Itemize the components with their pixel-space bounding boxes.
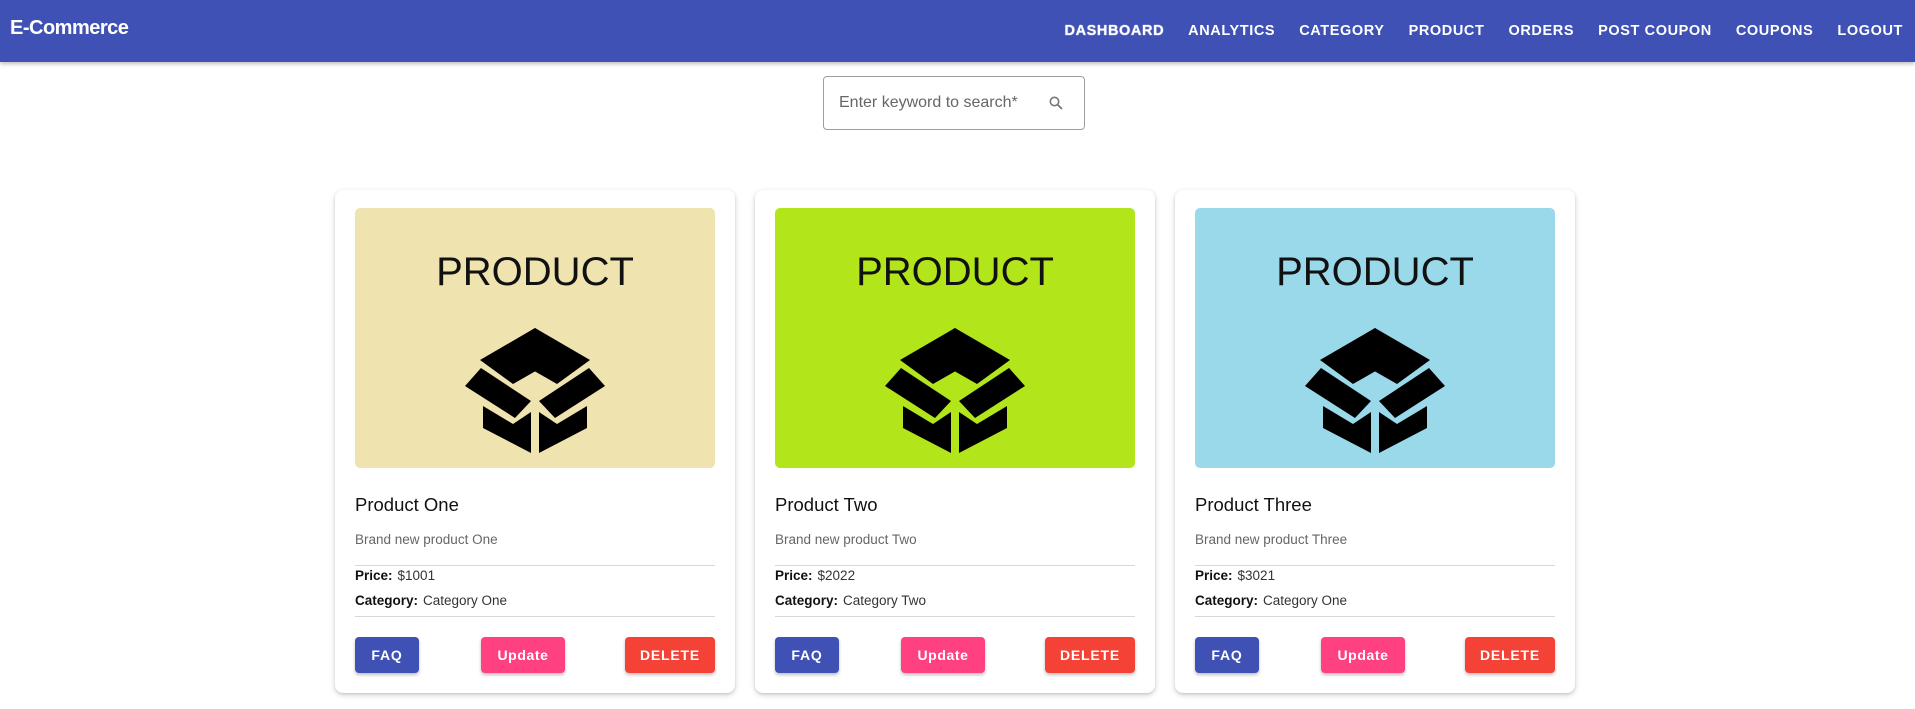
product-image: PRODUCT: [775, 208, 1135, 468]
product-image: PRODUCT: [355, 208, 715, 468]
faq-button[interactable]: FAQ: [1195, 637, 1259, 673]
delete-button[interactable]: DELETE: [1045, 637, 1135, 673]
app-bar: E-Commerce DASHBOARD ANALYTICS CATEGORY …: [0, 0, 1915, 62]
category-value: Category Two: [843, 593, 927, 608]
app-title[interactable]: E-Commerce: [10, 17, 129, 40]
nav-category[interactable]: CATEGORY: [1287, 23, 1396, 39]
product-name: Product One: [355, 494, 459, 515]
product-image-label: PRODUCT: [436, 250, 634, 294]
product-description: Brand new product One: [355, 532, 498, 547]
update-button[interactable]: Update: [1321, 637, 1405, 673]
search-icon[interactable]: [1048, 95, 1064, 111]
category-row: Category: Category Two: [775, 593, 926, 608]
update-button[interactable]: Update: [901, 637, 985, 673]
open-box-icon: [885, 328, 1025, 453]
product-image: PRODUCT: [1195, 208, 1555, 468]
nav-logout[interactable]: LOGOUT: [1825, 23, 1915, 39]
category-row: Category: Category One: [1195, 593, 1347, 608]
category-value: Category One: [1263, 593, 1348, 608]
delete-button[interactable]: DELETE: [625, 637, 715, 673]
nav-orders[interactable]: ORDERS: [1496, 23, 1586, 39]
faq-button[interactable]: FAQ: [355, 637, 419, 673]
main-nav: DASHBOARD ANALYTICS CATEGORY PRODUCT ORD…: [1053, 0, 1915, 62]
product-description: Brand new product Two: [775, 532, 917, 547]
category-label: Category:: [775, 593, 839, 608]
update-button[interactable]: Update: [481, 637, 565, 673]
category-value: Category One: [423, 593, 508, 608]
price-label: Price:: [1195, 568, 1233, 583]
divider: [775, 616, 1135, 617]
open-box-icon: [465, 328, 605, 453]
divider: [355, 565, 715, 566]
open-box-icon: [1305, 328, 1445, 453]
nav-analytics[interactable]: ANALYTICS: [1176, 23, 1287, 39]
nav-coupons[interactable]: COUPONS: [1724, 23, 1826, 39]
price-row: Price: $3021: [1195, 568, 1275, 583]
nav-post-coupon[interactable]: POST COUPON: [1586, 23, 1724, 39]
delete-button[interactable]: DELETE: [1465, 637, 1555, 673]
product-card: PRODUCT Product Two Brand new product Tw…: [755, 190, 1155, 693]
divider: [1195, 616, 1555, 617]
category-row: Category: Category One: [355, 593, 507, 608]
price-row: Price: $2022: [775, 568, 855, 583]
price-row: Price: $1001: [355, 568, 435, 583]
product-name: Product Two: [775, 494, 878, 515]
category-label: Category:: [1195, 593, 1259, 608]
price-label: Price:: [775, 568, 813, 583]
nav-dashboard[interactable]: DASHBOARD: [1053, 23, 1177, 39]
product-image-label: PRODUCT: [1276, 250, 1474, 294]
price-value: $1001: [397, 568, 436, 583]
product-description: Brand new product Three: [1195, 532, 1348, 547]
product-name: Product Three: [1195, 494, 1312, 515]
product-card: PRODUCT Product Three Brand new product …: [1175, 190, 1575, 693]
faq-button[interactable]: FAQ: [775, 637, 839, 673]
nav-product[interactable]: PRODUCT: [1397, 23, 1497, 39]
category-label: Category:: [355, 593, 419, 608]
divider: [775, 565, 1135, 566]
product-image-label: PRODUCT: [856, 250, 1054, 294]
search-input[interactable]: [839, 94, 1039, 112]
divider: [1195, 565, 1555, 566]
price-value: $2022: [817, 568, 856, 583]
divider: [355, 616, 715, 617]
search-field[interactable]: [823, 76, 1085, 130]
product-card: PRODUCT Product One Brand new product On…: [335, 190, 735, 693]
price-label: Price:: [355, 568, 393, 583]
price-value: $3021: [1237, 568, 1276, 583]
